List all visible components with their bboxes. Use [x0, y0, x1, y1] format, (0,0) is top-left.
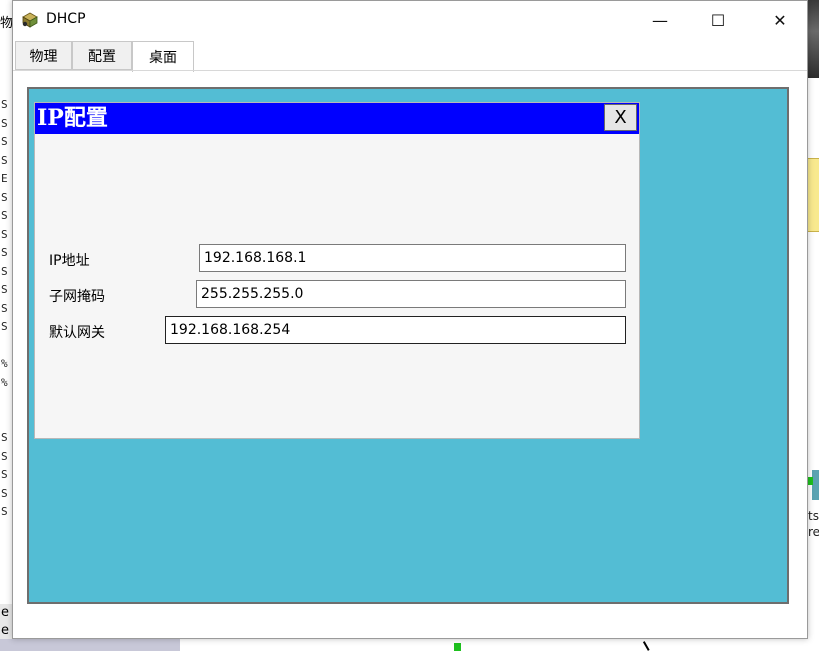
background-right-text: ts re	[808, 508, 819, 540]
default-gateway-field[interactable]	[165, 316, 626, 344]
background-letter: e	[1, 623, 9, 638]
background-link-light	[454, 643, 461, 651]
desktop-area: IP配置 X IP地址 子网掩码 默认网关	[27, 87, 789, 604]
background-note-fragment	[808, 158, 819, 232]
tab-physical[interactable]: 物理	[15, 41, 72, 70]
subnet-mask-label: 子网掩码	[49, 289, 105, 305]
tab-divider	[13, 70, 807, 71]
background-taskbar-strip	[0, 639, 180, 651]
tab-config[interactable]: 配置	[72, 41, 132, 70]
tab-desktop[interactable]: 桌面	[132, 41, 194, 72]
maximize-button[interactable]: ☐	[689, 1, 747, 39]
window-title: DHCP	[46, 11, 86, 27]
background-device-icon	[812, 470, 819, 500]
close-icon: ✕	[773, 10, 787, 30]
tab-bar: 物理 配置 桌面	[13, 41, 807, 72]
dialog-title-bar[interactable]: IP配置 X	[35, 103, 639, 134]
background-letter: e	[1, 605, 9, 620]
default-gateway-label: 默认网关	[49, 325, 105, 341]
ip-address-field[interactable]	[199, 244, 626, 272]
background-text-line: re	[808, 525, 819, 539]
maximize-icon: ☐	[710, 10, 726, 30]
background-wallpaper-fragment	[808, 0, 819, 78]
minimize-icon: —	[652, 10, 668, 30]
subnet-mask-field[interactable]	[196, 280, 626, 308]
dialog-close-button[interactable]: X	[604, 104, 637, 131]
background-text-line: ts	[808, 509, 819, 523]
ip-config-dialog: IP配置 X IP地址 子网掩码 默认网关	[34, 102, 640, 439]
close-button[interactable]: ✕	[751, 1, 809, 39]
title-bar[interactable]: DHCP — ☐ ✕	[13, 1, 807, 39]
minimize-button[interactable]: —	[631, 1, 689, 39]
background-cable-fragment	[642, 639, 654, 651]
background-link-light	[808, 477, 813, 485]
dhcp-window: DHCP — ☐ ✕ 物理 配置 桌面 IP配置 X IP地址 子网掩码 默认网…	[12, 0, 808, 639]
app-icon	[21, 11, 39, 29]
ip-address-label: IP地址	[49, 253, 90, 269]
dialog-title: IP配置	[37, 105, 108, 131]
